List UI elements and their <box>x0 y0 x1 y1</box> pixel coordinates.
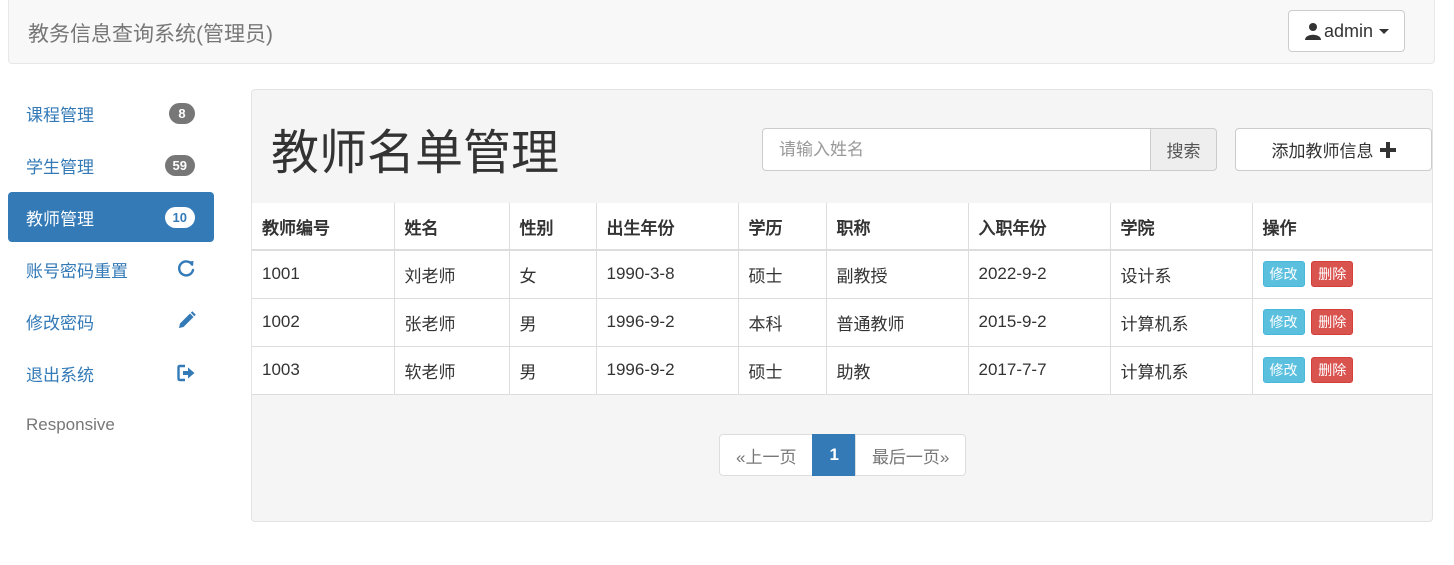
table-cell: 1003 <box>252 345 395 395</box>
sidebar-item-label: 教师管理 <box>26 209 94 229</box>
pagination: «上一页 1 最后一页» <box>719 434 967 476</box>
actions-cell: 修改 删除 <box>1251 297 1432 347</box>
count-badge: 10 <box>164 207 195 228</box>
sidebar-item-reset-password[interactable]: 账号密码重置 <box>8 244 214 294</box>
sidebar-footer-text: Responsive <box>8 400 214 450</box>
table-cell: 2022-9-2 <box>967 249 1111 299</box>
user-icon <box>1304 23 1321 40</box>
table-row: 1003 软老师 男 1996-9-2 硕士 助教 2017-7-7 计算机系 … <box>252 345 1432 395</box>
teacher-table: 教师编号 姓名 性别 出生年份 学历 职称 入职年份 学院 操作 1001 刘老… <box>252 203 1432 395</box>
table-cell: 刘老师 <box>393 249 510 299</box>
sidebar-item-label: 学生管理 <box>26 157 94 177</box>
search-group: 搜索 <box>762 128 1217 171</box>
column-header: 教师编号 <box>252 203 395 251</box>
table-cell: 硕士 <box>737 249 827 299</box>
prev-page-link[interactable]: «上一页 <box>719 434 814 476</box>
user-menu-button[interactable]: admin <box>1287 10 1405 52</box>
refresh-icon <box>178 260 195 277</box>
table-cell: 1996-9-2 <box>595 297 739 347</box>
column-header: 出生年份 <box>595 203 739 251</box>
plus-icon <box>1379 141 1396 158</box>
table-cell: 1001 <box>252 249 395 299</box>
add-teacher-label: 添加教师信息 <box>1271 142 1374 161</box>
delete-button[interactable]: 删除 <box>1311 357 1354 383</box>
sidebar-item-change-password[interactable]: 修改密码 <box>8 296 214 346</box>
table-cell: 硕士 <box>737 345 827 395</box>
sidebar-item-label: 账号密码重置 <box>26 261 128 281</box>
column-header: 操作 <box>1251 203 1432 251</box>
sidebar-item-logout[interactable]: 退出系统 <box>8 348 214 398</box>
table-cell: 普通教师 <box>825 297 969 347</box>
sidebar-item-courses[interactable]: 课程管理 8 <box>8 88 214 138</box>
table-cell: 女 <box>508 249 597 299</box>
add-teacher-button[interactable]: 添加教师信息 <box>1235 128 1432 171</box>
log-out-icon <box>177 364 195 382</box>
table-cell: 张老师 <box>393 297 510 347</box>
search-button[interactable]: 搜索 <box>1150 128 1217 171</box>
table-cell: 计算机系 <box>1109 345 1253 395</box>
column-header: 性别 <box>508 203 597 251</box>
column-header: 学历 <box>737 203 827 251</box>
current-page-link[interactable]: 1 <box>812 434 856 476</box>
column-header: 入职年份 <box>967 203 1111 251</box>
table-cell: 设计系 <box>1109 249 1253 299</box>
column-header: 姓名 <box>393 203 510 251</box>
sidebar-item-label: 修改密码 <box>26 313 94 333</box>
table-cell: 本科 <box>737 297 827 347</box>
table-row: 1001 刘老师 女 1990-3-8 硕士 副教授 2022-9-2 设计系 … <box>252 249 1432 299</box>
actions-cell: 修改 删除 <box>1251 345 1432 395</box>
search-input[interactable] <box>762 128 1150 171</box>
edit-button[interactable]: 修改 <box>1262 357 1305 383</box>
page-title: 教师名单管理 <box>271 127 560 180</box>
sidebar-item-students[interactable]: 学生管理 59 <box>8 140 214 190</box>
sidebar-item-label: 课程管理 <box>26 105 94 125</box>
user-name: admin <box>1323 20 1373 41</box>
last-page-link[interactable]: 最后一页» <box>854 434 967 476</box>
edit-button[interactable]: 修改 <box>1262 309 1305 335</box>
sidebar: 课程管理 8 学生管理 59 教师管理 10 账号密码重置 修改密码 退出系统 … <box>8 88 214 452</box>
caret-down-icon <box>1379 28 1389 34</box>
table-cell: 1990-3-8 <box>595 249 739 299</box>
responsive-label: Responsive <box>26 415 115 434</box>
count-badge: 59 <box>164 155 195 176</box>
table-cell: 助教 <box>825 345 969 395</box>
edit-button[interactable]: 修改 <box>1262 261 1305 288</box>
table-cell: 男 <box>508 297 597 347</box>
column-header: 学院 <box>1109 203 1253 251</box>
sidebar-item-label: 退出系统 <box>26 365 94 385</box>
delete-button[interactable]: 删除 <box>1311 261 1354 288</box>
delete-button[interactable]: 删除 <box>1311 309 1354 335</box>
table-header-row: 教师编号 姓名 性别 出生年份 学历 职称 入职年份 学院 操作 <box>252 203 1432 251</box>
table-cell: 副教授 <box>825 249 969 299</box>
main-panel: 教师名单管理 搜索 添加教师信息 教师编号 姓名 性别 出生年份 学历 职称 入… <box>251 89 1433 522</box>
table-cell: 2017-7-7 <box>967 345 1111 395</box>
table-cell: 2015-9-2 <box>967 297 1111 347</box>
sidebar-item-teachers[interactable]: 教师管理 10 <box>8 192 214 242</box>
table-row: 1002 张老师 男 1996-9-2 本科 普通教师 2015-9-2 计算机… <box>252 297 1432 347</box>
table-cell: 1002 <box>252 297 395 347</box>
top-navbar: 教务信息查询系统(管理员) admin <box>8 0 1435 64</box>
actions-cell: 修改 删除 <box>1251 249 1432 299</box>
table-cell: 1996-9-2 <box>595 345 739 395</box>
count-badge: 8 <box>169 103 195 124</box>
table-cell: 计算机系 <box>1109 297 1253 347</box>
column-header: 职称 <box>825 203 969 251</box>
table-cell: 软老师 <box>393 345 510 395</box>
app-brand[interactable]: 教务信息查询系统(管理员) <box>28 18 273 48</box>
pencil-icon <box>179 311 196 328</box>
table-cell: 男 <box>508 345 597 395</box>
